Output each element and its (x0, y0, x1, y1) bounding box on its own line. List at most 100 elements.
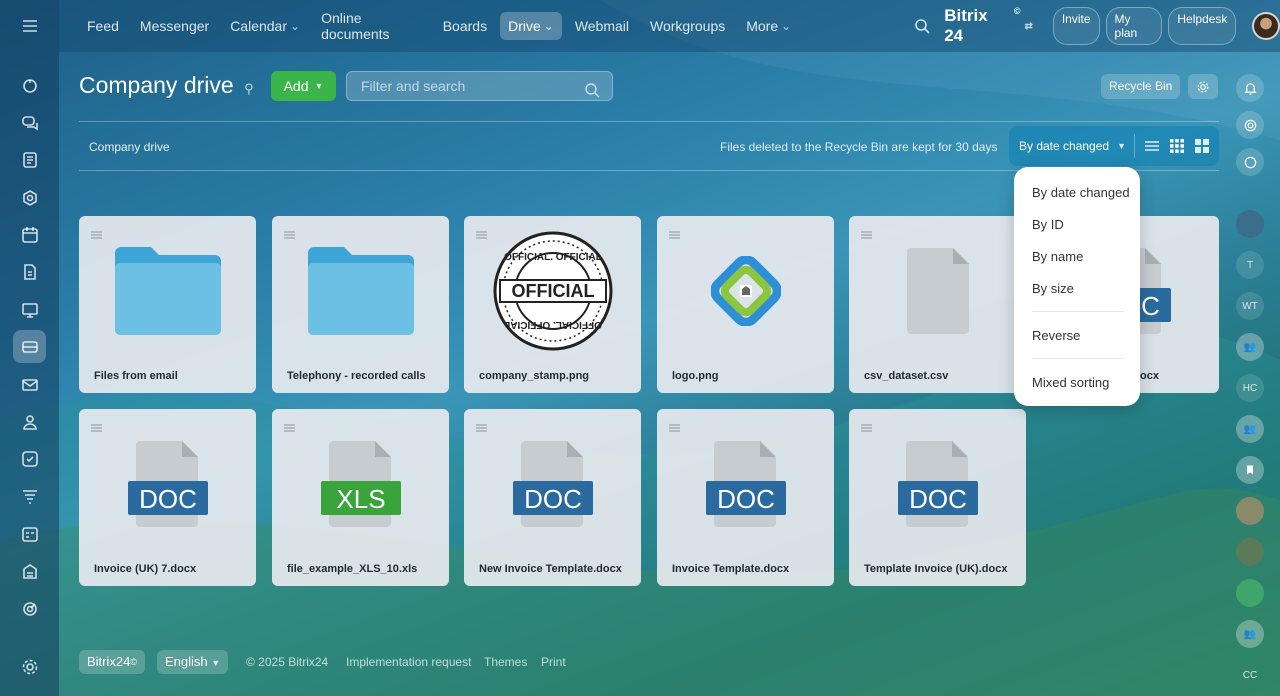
chevron-down-icon: ⌄ (290, 19, 301, 33)
nav-item-webmail[interactable]: Webmail (567, 12, 637, 40)
language-selector[interactable]: English ▼ (157, 650, 229, 674)
folder-card[interactable]: Telephony - recorded calls (272, 216, 449, 393)
my-plan-button[interactable]: My plan (1105, 7, 1163, 45)
sort-option-date-changed[interactable]: By date changed (1032, 185, 1130, 200)
svg-text:DOC: DOC (524, 484, 582, 514)
tasks-icon[interactable] (13, 143, 46, 176)
group-avatar-icon[interactable]: 👥 (1236, 333, 1264, 361)
groups-icon[interactable] (13, 405, 46, 438)
brand-logo[interactable]: Bitrix 24 © ⇄ (944, 6, 1033, 46)
sort-option-reverse[interactable]: Reverse (1032, 328, 1080, 343)
store-icon[interactable] (13, 554, 46, 587)
nav-item-label: Boards (442, 18, 488, 34)
target-icon[interactable] (13, 592, 46, 625)
chevron-down-icon: ▼ (211, 658, 221, 668)
contact-initials-t[interactable]: T (1236, 251, 1264, 279)
file-card[interactable]: DOC Invoice (UK) 7.docx (79, 409, 256, 586)
bell-icon[interactable] (1236, 74, 1264, 102)
sort-label: By date changed (1019, 139, 1110, 153)
nav-item-online-documents[interactable]: Online documents (313, 4, 430, 48)
invite-button[interactable]: Invite (1052, 7, 1100, 45)
nav-item-label: Messenger (139, 18, 210, 34)
list-view-icon[interactable] (1143, 138, 1160, 155)
mail-icon[interactable] (13, 368, 46, 401)
nav-item-more[interactable]: More ⌄ (738, 12, 799, 40)
search-placeholder: Filter and search (361, 78, 466, 94)
copyright-text: © 2025 Bitrix24 (246, 655, 329, 669)
brand-mark: © (1013, 6, 1021, 16)
user-avatar[interactable] (1252, 12, 1280, 40)
group-avatar-icon[interactable]: 👥 (1236, 415, 1264, 443)
group-avatar-icon[interactable]: 👥 (1236, 620, 1264, 648)
settings-gear-icon[interactable] (13, 650, 46, 683)
nav-item-label: Workgroups (650, 18, 726, 34)
file-name: Template Invoice (UK).docx (864, 563, 1008, 575)
contact-initials-wt[interactable]: WT (1236, 292, 1264, 320)
grid-small-view-icon[interactable] (1168, 138, 1185, 155)
nav-item-feed[interactable]: Feed (79, 12, 127, 40)
nav-item-messenger[interactable]: Messenger (132, 12, 217, 40)
helpdesk-button[interactable]: Helpdesk (1168, 7, 1237, 45)
chat-bubble-icon[interactable] (1236, 579, 1264, 607)
nav-item-calendar[interactable]: Calendar ⌄ (222, 12, 308, 40)
file-name: company_stamp.png (479, 370, 590, 382)
folder-card[interactable]: Files from email (79, 216, 256, 393)
file-name: csv_dataset.csv (864, 370, 949, 382)
search-icon[interactable] (914, 18, 930, 34)
search-input[interactable]: Filter and search (346, 71, 613, 101)
board-icon[interactable] (13, 293, 46, 326)
file-card[interactable]: XLS file_example_XLS_10.xls (272, 409, 449, 586)
nav-item-label: Calendar (230, 18, 288, 34)
file-card[interactable]: OFFICIAL OFFICIAL. OFFICIAL OFFICIAL. OFFI… (464, 216, 641, 393)
print-link[interactable]: Print (541, 655, 566, 669)
sort-option-name[interactable]: By name (1032, 249, 1083, 264)
left-sidebar (0, 0, 59, 696)
sort-option-size[interactable]: By size (1032, 281, 1074, 296)
settings-gear-icon[interactable] (1188, 74, 1218, 99)
calendar-icon[interactable] (13, 218, 46, 251)
chat-search-icon[interactable] (1236, 148, 1264, 176)
checkbox-icon[interactable] (13, 442, 46, 475)
contact-initials-cc[interactable]: CC (1236, 661, 1264, 689)
menu-icon[interactable] (13, 9, 46, 42)
folder-thumbnail-icon (272, 216, 449, 366)
recycle-bin-button[interactable]: Recycle Bin (1101, 74, 1181, 99)
nav-item-drive[interactable]: Drive ⌄ (500, 12, 562, 40)
crm-icon[interactable] (13, 181, 46, 214)
grid-large-view-icon[interactable] (1193, 138, 1210, 155)
pulse-icon[interactable] (1236, 111, 1264, 139)
footer-brand-button[interactable]: Bitrix24© (79, 650, 145, 674)
doc-thumbnail-icon: DOC (464, 409, 641, 559)
contact-avatar[interactable] (1236, 497, 1264, 525)
file-card[interactable]: DOC New Invoice Template.docx (464, 409, 641, 586)
brand-name: Bitrix 24 (944, 6, 988, 45)
sort-option-mixed[interactable]: Mixed sorting (1032, 375, 1109, 390)
bookmark-icon[interactable] (1236, 456, 1264, 484)
search-icon (584, 79, 600, 98)
chevron-down-icon: ▼ (1117, 141, 1126, 151)
chevron-down-icon: ▼ (314, 81, 324, 91)
breadcrumb[interactable]: Company drive (89, 140, 170, 154)
file-card[interactable]: DOC Invoice Template.docx (657, 409, 834, 586)
file-card[interactable]: csv_dataset.csv (849, 216, 1026, 393)
file-card[interactable]: DOC Template Invoice (UK).docx (849, 409, 1026, 586)
implementation-request-link[interactable]: Implementation request (346, 655, 471, 669)
funnel-icon[interactable] (13, 480, 46, 513)
sort-dropdown-button[interactable]: By date changed ▼ (1009, 139, 1134, 153)
nav-item-boards[interactable]: Boards (435, 12, 495, 40)
add-button[interactable]: Add ▼ (271, 71, 336, 101)
drive-icon[interactable] (13, 330, 46, 363)
chat-icon[interactable] (13, 106, 46, 139)
chevron-down-icon: ⌄ (543, 19, 554, 33)
schedule-icon[interactable] (13, 517, 46, 550)
document-icon[interactable] (13, 255, 46, 288)
themes-link[interactable]: Themes (484, 655, 527, 669)
contact-avatar[interactable] (1236, 538, 1264, 566)
contact-avatar[interactable] (1236, 210, 1264, 238)
pin-icon[interactable]: ⚲ (244, 81, 254, 96)
activity-icon[interactable] (13, 69, 46, 102)
svg-text:XLS: XLS (336, 484, 385, 514)
sort-option-id[interactable]: By ID (1032, 217, 1064, 232)
nav-item-workgroups[interactable]: Workgroups (642, 12, 733, 40)
file-card[interactable]: logo.png (657, 216, 834, 393)
